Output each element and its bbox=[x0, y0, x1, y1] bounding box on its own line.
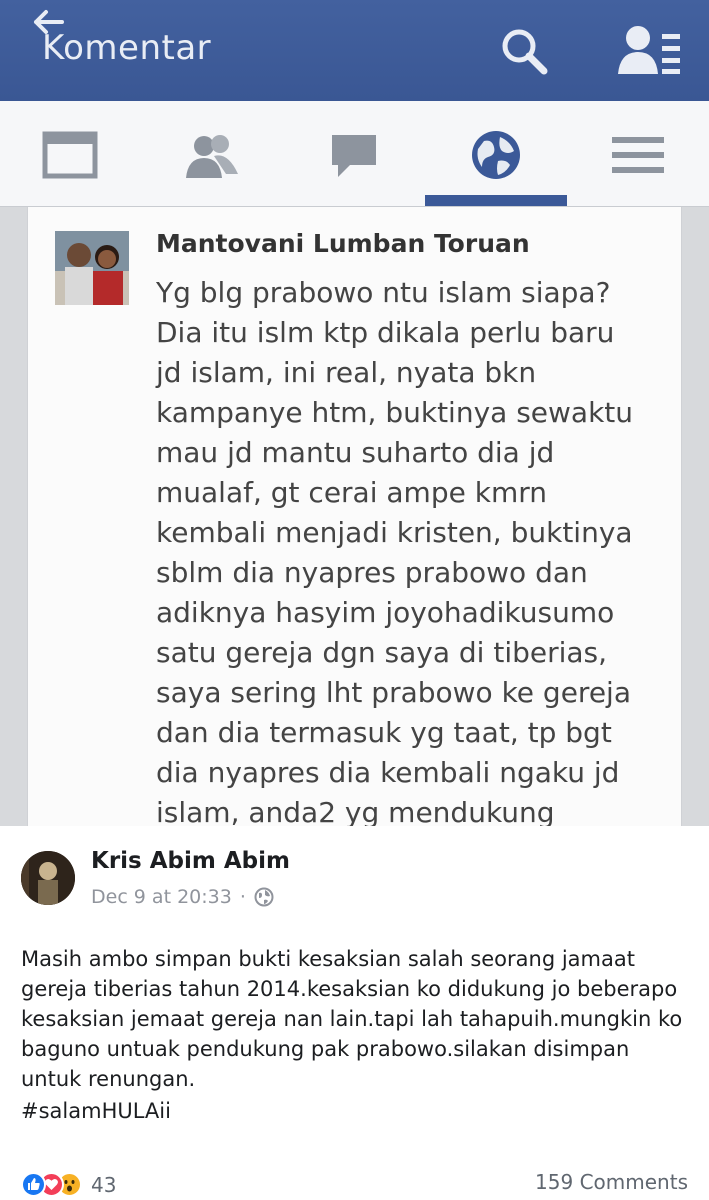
post-text: Masih ambo simpan bukti kesaksian salah … bbox=[21, 947, 683, 1091]
like-icon bbox=[21, 1172, 46, 1197]
comment-line: Yg blg prabowo ntu islam siapa? bbox=[156, 276, 611, 309]
meta-separator: · bbox=[239, 886, 246, 908]
comment-card: Mantovani Lumban Toruan Yg blg prabowo n… bbox=[27, 207, 682, 826]
author-photo bbox=[21, 851, 75, 905]
nav-tab-bar bbox=[0, 101, 709, 207]
messages-icon bbox=[332, 135, 376, 177]
comment-line: jd islam, ini real, nyata bkn bbox=[156, 356, 537, 389]
reaction-count: 43 bbox=[91, 1172, 117, 1197]
facebook-post: Kris Abim Abim Dec 9 at 20:33 · Masih am… bbox=[0, 826, 709, 1200]
news-feed-icon bbox=[42, 131, 98, 179]
comment-line: kembali menjadi kristen, buktinya bbox=[156, 516, 633, 549]
comment-line: saya sering lht prabowo ke gereja bbox=[156, 676, 631, 709]
comment-line: adiknya hasyim joyohadikusumo bbox=[156, 596, 615, 629]
comment-line: mualaf, gt cerai ampe kmrn bbox=[156, 476, 547, 509]
tab-news-feed[interactable] bbox=[35, 125, 105, 185]
author-avatar[interactable] bbox=[21, 851, 75, 905]
couple-photo bbox=[55, 231, 129, 305]
comment-line: satu gereja dgn saya di tiberias, bbox=[156, 636, 608, 669]
comment-body: Yg blg prabowo ntu islam siapa? Dia itu … bbox=[156, 273, 666, 826]
embedded-screenshot: Komentar Mantovani Lumban Toruan Yg blg … bbox=[0, 0, 709, 826]
tab-menu[interactable] bbox=[603, 125, 673, 185]
tab-friends[interactable] bbox=[177, 125, 247, 185]
commenter-name[interactable]: Mantovani Lumban Toruan bbox=[156, 229, 530, 258]
app-header: Komentar bbox=[0, 0, 709, 101]
comment-line: dan dia termasuk yg taat, tp bgt bbox=[156, 716, 612, 749]
active-tab-indicator bbox=[425, 195, 567, 206]
tab-notifications[interactable] bbox=[461, 125, 531, 185]
comment-line: Dia itu islm ktp dikala perlu baru bbox=[156, 316, 615, 349]
public-globe-icon bbox=[254, 887, 274, 907]
comment-line: sblm dia nyapres prabowo dan bbox=[156, 556, 588, 589]
hashtag-link[interactable]: #salamHULAii bbox=[21, 1096, 171, 1126]
post-timestamp[interactable]: Dec 9 at 20:33 bbox=[91, 886, 232, 908]
tab-messages[interactable] bbox=[319, 125, 389, 185]
author-name[interactable]: Kris Abim Abim bbox=[91, 848, 290, 874]
commenter-avatar[interactable] bbox=[55, 231, 129, 305]
comment-line: islam, anda2 yg mendukung bbox=[156, 796, 555, 826]
globe-icon bbox=[472, 131, 520, 179]
reactions-summary[interactable]: 43 bbox=[21, 1172, 116, 1197]
comments-count-link[interactable]: 159 Comments bbox=[535, 1170, 688, 1194]
post-meta: Dec 9 at 20:33 · bbox=[91, 886, 274, 908]
comment-line: mau jd mantu suharto dia jd bbox=[156, 436, 555, 469]
friend-requests-icon bbox=[186, 135, 238, 178]
comment-line: kampanye htm, buktinya sewaktu bbox=[156, 396, 634, 429]
search-icon[interactable] bbox=[498, 26, 552, 76]
hamburger-menu-icon bbox=[612, 137, 664, 173]
header-title: Komentar bbox=[42, 28, 212, 68]
friends-list-icon[interactable] bbox=[618, 22, 682, 76]
comment-line: dia nyapres dia kembali ngaku jd bbox=[156, 756, 620, 789]
